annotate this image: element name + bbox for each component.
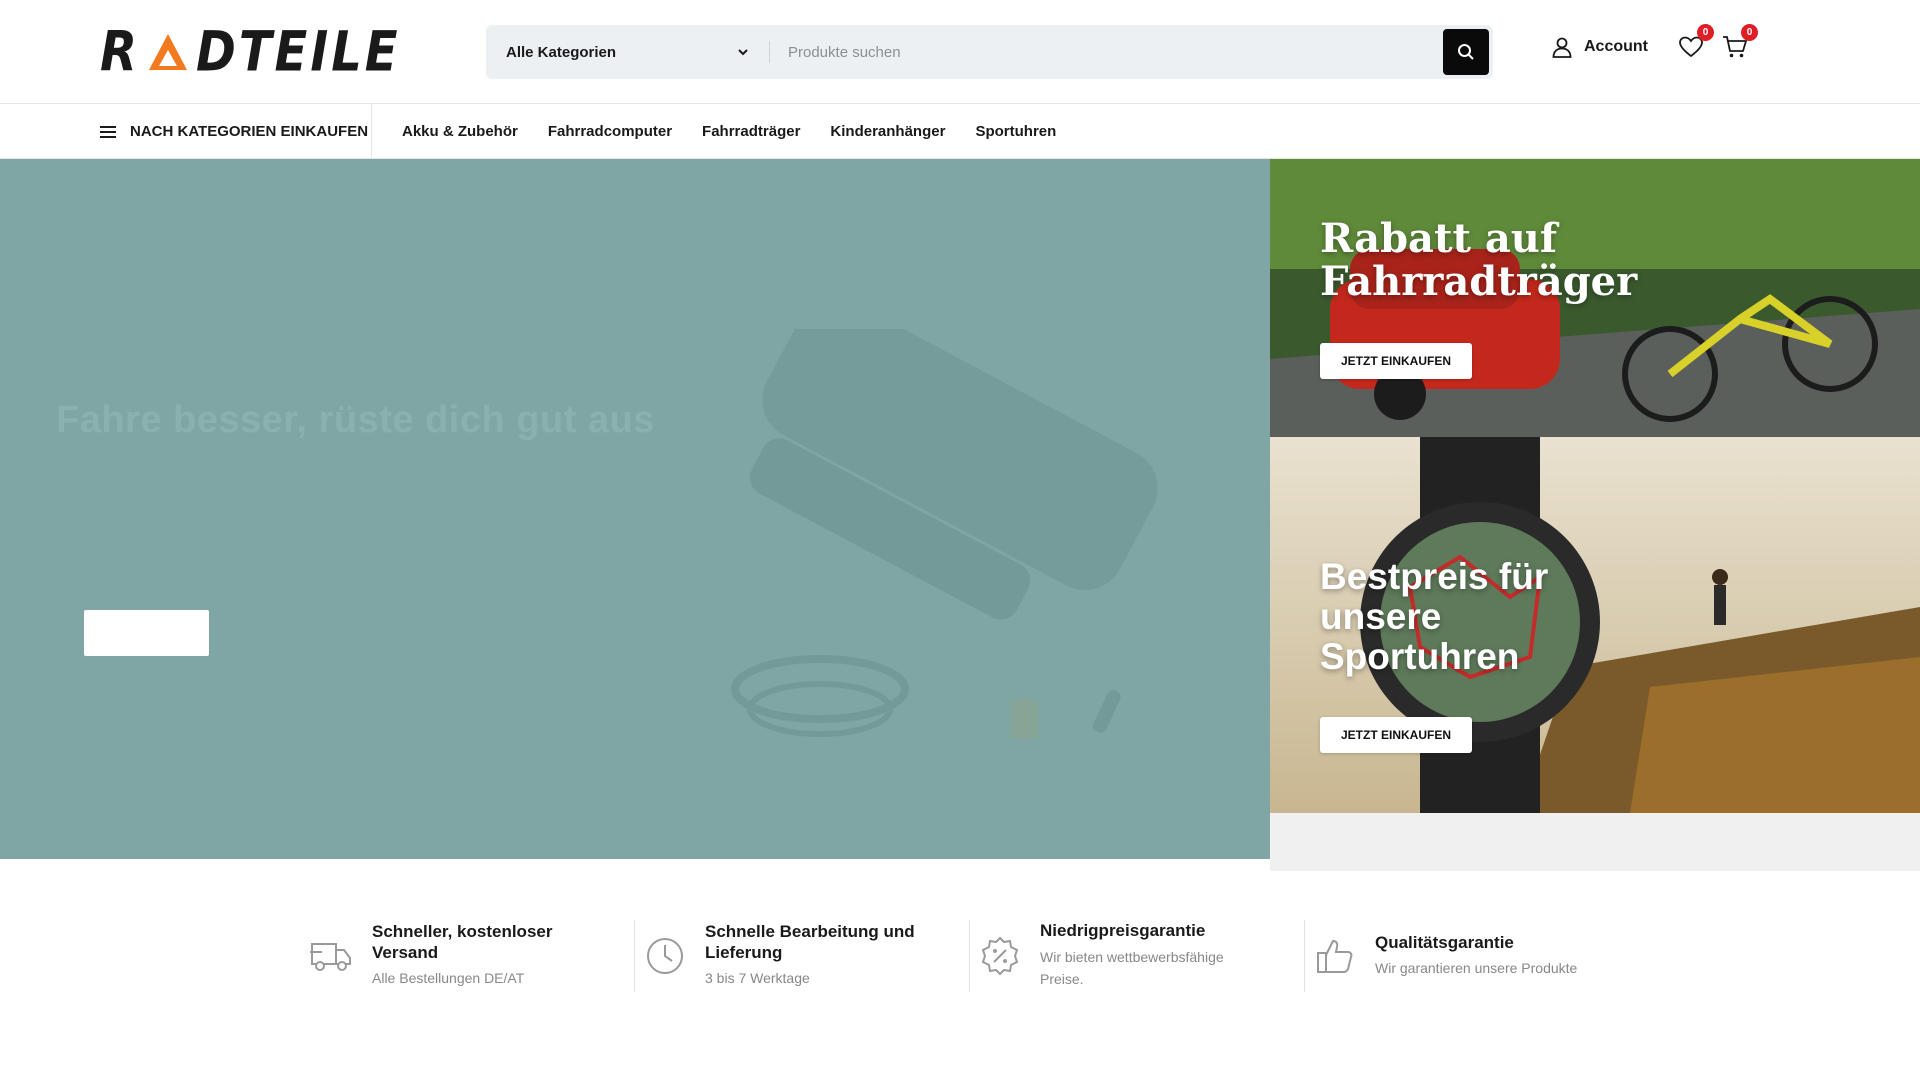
feature-title: Schnelle Bearbeitung und Lieferung [705,922,915,962]
chevron-down-icon [738,49,748,56]
search-bar: Alle Kategorien [486,25,1493,79]
feature-subtitle: Alle Bestellungen DE/AT [372,970,525,987]
account-link[interactable]: Account [1550,35,1648,59]
feature-item-price: Niedrigpreisgarantie Wir bieten wettbewe… [970,920,1305,992]
feature-subtitle: Wir bieten wettbewerbsfähige Preise. [1040,948,1224,988]
hamburger-icon [100,125,116,138]
nav-link-fahrradtraeger[interactable]: Fahrradträger [702,123,800,140]
feature-title: Schneller, kostenloser Versand [372,922,553,962]
nav-link-sportuhren[interactable]: Sportuhren [975,123,1056,140]
feature-list: Schneller, kostenloser Versand Alle Best… [300,920,1640,992]
feature-item-delivery: Schnelle Bearbeitung und Lieferung 3 bis… [635,920,970,992]
feature-title: Qualitätsgarantie [1375,932,1514,952]
banner-fahrradtraeger-title: Rabatt auf Fahrradträger [1320,215,1638,306]
nav-link-akku[interactable]: Akku & Zubehör [402,123,518,140]
category-select-label: Alle Kategorien [506,43,617,61]
logo-text-right: DTEILE [195,19,401,85]
truck-icon [310,943,351,971]
banner-sportuhren-title: Bestpreis für unsere Sportuhren [1320,556,1549,677]
hero-cta-button[interactable] [84,610,209,656]
account-label: Account [1584,38,1648,55]
user-icon [1552,37,1572,58]
search-icon [1458,44,1474,60]
logo-text-left: R [100,19,140,85]
thumbs-up-icon [1317,939,1353,973]
battery-product-image [731,329,1158,739]
cart-button[interactable]: 0 [1720,24,1758,62]
feature-item-quality: Qualitätsgarantie Wir garantieren unsere… [1305,920,1640,992]
feature-title: Niedrigpreisgarantie [1040,921,1206,941]
wishlist-button[interactable]: 0 [1676,24,1714,62]
cart-count-badge: 0 [1741,24,1758,41]
logo-triangle-icon [148,34,187,70]
site-logo[interactable]: R DTEILE [100,20,401,84]
feature-item-shipping: Schneller, kostenloser Versand Alle Best… [300,920,635,992]
banner-sportuhren[interactable]: Bestpreis für unsere Sportuhren JETZT EI… [1270,437,1920,813]
nav-link-fahrradcomputer[interactable]: Fahrradcomputer [548,123,672,140]
search-button[interactable] [1443,29,1489,75]
wishlist-count-badge: 0 [1697,24,1714,41]
banner-fahrradtraeger[interactable]: Rabatt auf Fahrradträger JETZT EINKAUFEN [1270,159,1920,437]
feature-subtitle: Wir garantieren unsere Produkte [1375,960,1578,976]
nav-links: Akku & Zubehör Fahrradcomputer Fahrradtr… [402,104,1056,159]
category-menu-label: NACH KATEGORIEN EINKAUFEN [130,123,369,140]
hero-title: Fahre besser, rüste dich gut aus [56,399,655,441]
feature-subtitle: 3 bis 7 Werktage [705,970,810,987]
banner-sportuhren-button[interactable]: JETZT EINKAUFEN [1320,717,1472,753]
discount-icon [981,936,1019,976]
banner-fahrradtraeger-button[interactable]: JETZT EINKAUFEN [1320,343,1472,379]
banner-sportuhren-footer [1270,813,1920,871]
nav-link-kinderanhaenger[interactable]: Kinderanhänger [830,123,945,140]
header-actions: Account 0 0 [1550,24,1758,62]
hero-slider: Fahre besser, rüste dich gut aus [0,159,1270,859]
main-nav: NACH KATEGORIEN EINKAUFEN Akku & Zubehör… [0,104,1920,159]
category-select[interactable]: Alle Kategorien [486,41,770,63]
clock-icon [647,938,683,974]
search-input[interactable] [770,25,1443,79]
category-menu-button[interactable]: NACH KATEGORIEN EINKAUFEN [100,104,372,159]
site-header: R DTEILE Alle Kategorien Account 0 0 [0,0,1920,104]
